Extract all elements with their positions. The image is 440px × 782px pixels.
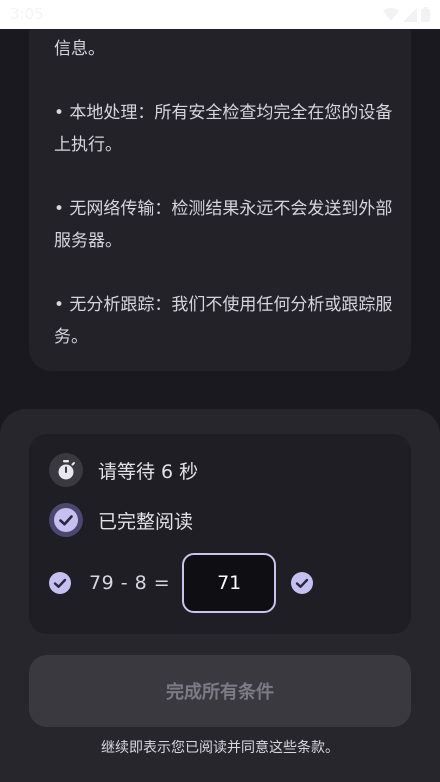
read-label: 已完整阅读 [98,510,194,533]
terms-agreement-note: 继续即表示您已阅读并同意这些条款。 [101,740,339,756]
battery-icon [421,7,430,22]
math-answer-input[interactable] [182,553,277,613]
status-time: 3:05 [10,5,44,23]
privacy-paragraph-no-analytics: • 无分析跟踪：我们不使用任何分析或跟踪服务。 [54,295,393,347]
timer-icon [49,453,83,487]
math-check-icon [49,572,71,594]
complete-conditions-button[interactable]: 完成所有条件 [29,655,411,727]
read-row: 已完整阅读 [49,503,193,537]
math-check-row: 79 - 8 = [49,551,314,615]
terms-screen: 3:05 信息。 • 本地处理：所有安全检查均完全在您的设备上执行。 • 无网络… [0,0,440,782]
wait-row: 请等待 6 秒 [49,453,198,487]
read-check-icon [49,503,83,537]
wifi-icon [383,7,399,21]
status-bar: 3:05 [0,0,440,29]
math-equation: 79 - 8 = [89,572,171,594]
privacy-text: 信息。 • 本地处理：所有安全检查均完全在您的设备上执行。 • 无网络传输：检测… [54,33,394,385]
privacy-paragraph-local-processing: • 本地处理：所有安全检查均完全在您的设备上执行。 [54,103,393,155]
answer-correct-icon [291,572,314,594]
status-icons [383,7,430,22]
wait-label: 请等待 6 秒 [98,460,199,483]
signal-icon [403,7,417,22]
privacy-paragraph-no-network: • 无网络传输：检测结果永远不会发送到外部服务器。 [54,199,393,251]
privacy-paragraph: 信息。 [54,39,105,59]
